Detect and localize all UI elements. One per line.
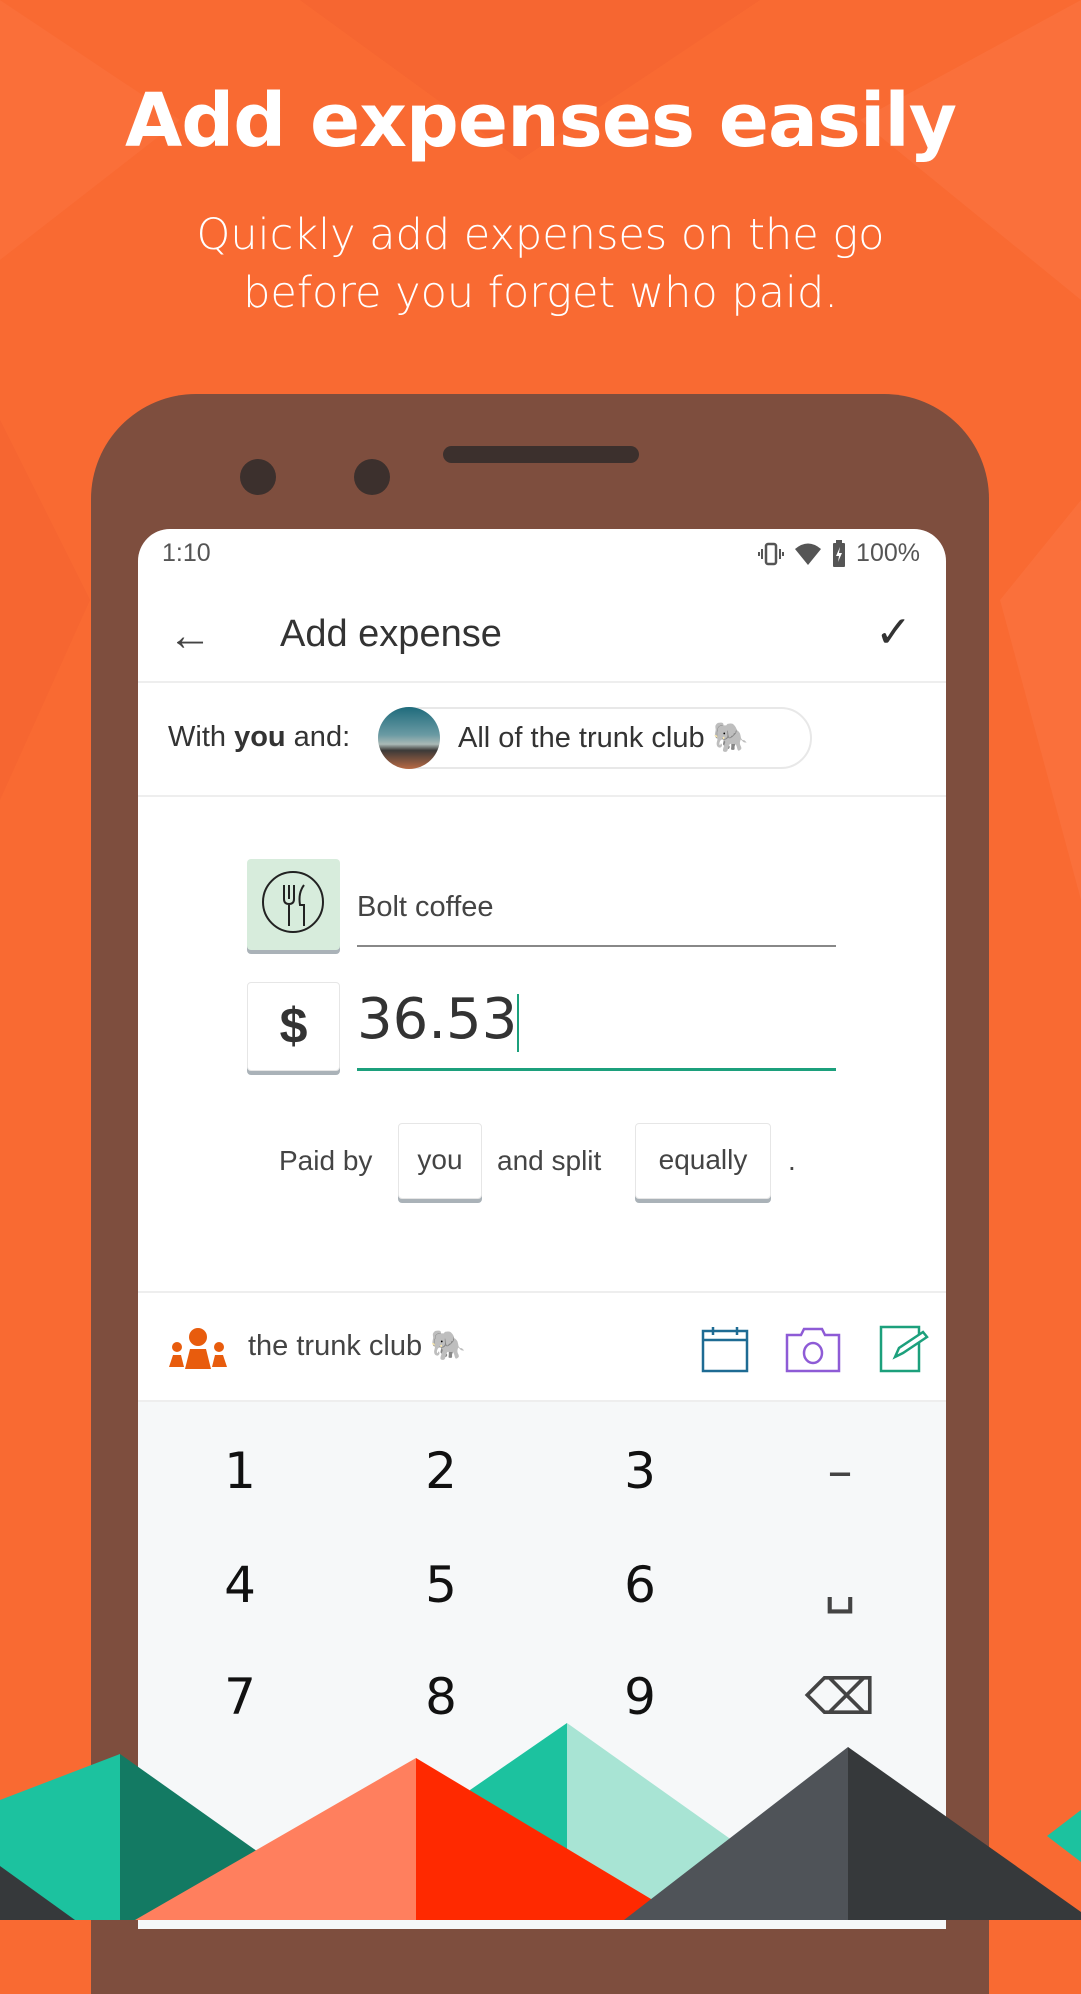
check-icon[interactable]: ✓	[875, 607, 912, 658]
note-icon[interactable]	[879, 1323, 931, 1373]
with-row: With you and: All of the trunk club 🐘	[138, 683, 946, 797]
app-screen: 1:10 100% ← Add expense ✓ With you and: …	[138, 529, 946, 1929]
key-9[interactable]: 8	[381, 1668, 501, 1726]
chip-label: All of the trunk club 🐘	[458, 722, 749, 754]
calendar-icon[interactable]	[701, 1327, 749, 1373]
hero-title: Add expenses easily	[125, 78, 957, 164]
battery-charging-icon	[833, 539, 846, 567]
subtitle-line: before you forget who paid.	[243, 268, 838, 318]
numeric-keypad: 1 2 3 – 4 5 6 ␣ 7 8 9 ⌫	[138, 1402, 946, 1929]
status-bar: 1:10 100%	[138, 529, 946, 589]
key-7[interactable]: ␣	[780, 1556, 900, 1614]
category-button[interactable]	[247, 859, 340, 950]
camera-icon[interactable]	[785, 1327, 841, 1373]
toolbar: ← Add expense ✓	[138, 589, 946, 683]
group-icon[interactable]	[168, 1327, 228, 1369]
amount-input[interactable]: 36.53	[357, 987, 836, 1071]
currency-button[interactable]: $	[247, 982, 340, 1071]
amount-value: 36.53	[357, 987, 518, 1052]
key-6[interactable]: 6	[580, 1556, 700, 1614]
key-0[interactable]: 1	[180, 1442, 300, 1500]
group-avatar	[378, 707, 440, 769]
sensor-dot	[354, 459, 390, 495]
split-method-button[interactable]: equally	[635, 1123, 771, 1199]
text-cursor	[517, 993, 520, 1052]
and-split-label: and split	[497, 1145, 602, 1176]
subtitle-line: Quickly add expenses on the go	[196, 210, 885, 260]
description-input[interactable]: Bolt coffee	[357, 891, 836, 947]
key-5[interactable]: 5	[381, 1556, 501, 1614]
group-name: the trunk club 🐘	[248, 1330, 467, 1362]
key-8[interactable]: 7	[180, 1668, 300, 1726]
with-label: With you and:	[168, 721, 350, 754]
key-11[interactable]: ⌫	[780, 1668, 900, 1726]
vibrate-icon	[758, 542, 785, 565]
speaker-grille	[443, 446, 639, 463]
period: .	[788, 1145, 796, 1176]
key-1[interactable]: 2	[381, 1442, 501, 1500]
fork-knife-icon	[262, 871, 324, 933]
hero-subtitle: Quickly add expenses on the go before yo…	[0, 206, 1081, 322]
battery-percent: 100%	[856, 539, 920, 567]
paid-by-label: Paid by	[279, 1145, 373, 1176]
camera-dot	[240, 459, 276, 495]
group-chip[interactable]: All of the trunk club 🐘	[378, 707, 812, 769]
wifi-icon	[795, 543, 822, 565]
payer-button[interactable]: you	[398, 1123, 482, 1199]
description-value: Bolt coffee	[357, 891, 494, 923]
with-suffix: and:	[285, 721, 351, 753]
with-prefix: With	[168, 721, 235, 753]
key-4[interactable]: 4	[180, 1556, 300, 1614]
split-row: Paid by you and split equally .	[138, 1123, 946, 1203]
status-time: 1:10	[162, 539, 211, 567]
arrow-left-icon[interactable]: ←	[168, 611, 212, 661]
key-2[interactable]: 3	[580, 1442, 700, 1500]
with-you: you	[234, 721, 286, 753]
group-bar: the trunk club 🐘	[138, 1291, 946, 1402]
page-title: Add expense	[280, 613, 502, 655]
key-10[interactable]: 9	[580, 1668, 700, 1726]
key-3[interactable]: –	[780, 1442, 900, 1500]
